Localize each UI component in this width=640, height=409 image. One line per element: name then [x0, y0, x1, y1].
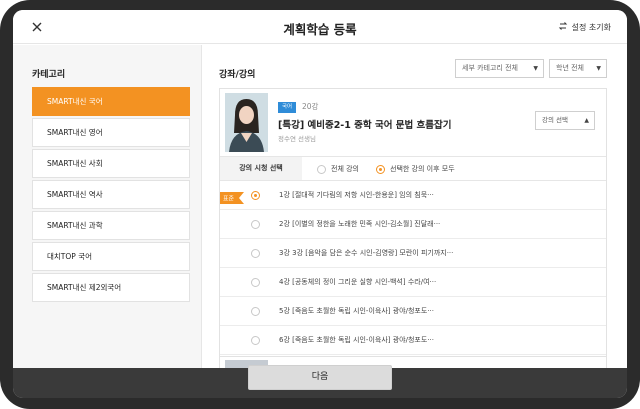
lecture-count: 20강: [302, 102, 319, 111]
subcategory-select[interactable]: 세부 카테고리 전체 ▼: [455, 59, 544, 78]
category-item-second-language[interactable]: SMART내신 제2외국어: [32, 273, 190, 302]
lecture-radio[interactable]: [251, 307, 260, 316]
lecture-radio[interactable]: [251, 220, 260, 229]
option-all-lectures[interactable]: 전체 강의: [317, 164, 359, 174]
option-after-selected[interactable]: 선택한 강의 이후 모두: [376, 164, 455, 174]
lecture-row[interactable]: 4강 [공동체의 정이 그리운 실향 시인-백석] 수라/여···: [220, 268, 606, 297]
modal-screen: 계획학습 등록 설정 초기화 카테고리 SMART내신 국어 SMART내신 영…: [13, 10, 627, 398]
lecture-row[interactable]: 표준 1강 [절대적 기다림의 저항 시인-한용운] 임의 침묵···: [220, 181, 606, 210]
grade-select[interactable]: 학년 전체 ▼: [549, 59, 607, 78]
page-title: 계획학습 등록: [283, 22, 357, 37]
subcategory-select-value: 세부 카테고리 전체: [462, 64, 518, 72]
lecture-row[interactable]: 6강 [죽음도 초월한 독립 시인-이육사] 광야/청포도···: [220, 326, 606, 355]
lecture-select-value: 강의 선택: [542, 116, 568, 124]
category-item-english[interactable]: SMART내신 영어: [32, 118, 190, 147]
category-item-history[interactable]: SMART내신 역사: [32, 180, 190, 209]
option-after-label: 선택한 강의 이후 모두: [390, 165, 455, 173]
lecture-title: 3강 3강 [음악을 담은 순수 시인-김영랑] 모란이 피기까지···: [279, 249, 454, 257]
next-button[interactable]: 다음: [248, 365, 392, 390]
category-item-social[interactable]: SMART내신 사회: [32, 149, 190, 178]
lecture-radio[interactable]: [251, 336, 260, 345]
teacher-thumbnail: [225, 93, 268, 152]
chevron-down-icon: ▼: [533, 65, 538, 72]
lecture-select[interactable]: 강의 선택 ▲: [535, 111, 595, 130]
lecture-list: 표준 1강 [절대적 기다림의 저항 시인-한용운] 임의 침묵··· 2강 […: [220, 181, 606, 355]
lecture-radio[interactable]: [251, 278, 260, 287]
lecture-title: 2강 [이별의 정한을 노래한 민족 시인-김소월] 진달래···: [279, 220, 441, 228]
main-panel: 강좌/강의 세부 카테고리 전체 ▼ 학년 전체 ▼ 국어 20강 [특강] 예…: [203, 45, 627, 396]
lecture-radio[interactable]: [251, 191, 260, 200]
start-flag: 표준: [220, 189, 244, 204]
start-flag-label: 표준: [223, 196, 235, 203]
refresh-icon: [558, 21, 568, 33]
category-item-korean[interactable]: SMART내신 국어: [32, 87, 190, 116]
grade-select-value: 학년 전체: [556, 64, 584, 72]
chevron-down-icon: ▼: [596, 65, 601, 72]
lecture-title: 4강 [공동체의 정이 그리운 실향 시인-백석] 수라/여···: [279, 278, 437, 286]
lecture-title: 5강 [죽음도 초월한 독립 시인-이육사] 광야/청포도···: [279, 307, 434, 315]
lecture-row[interactable]: 2강 [이별의 정한을 노래한 민족 시인-김소월] 진달래···: [220, 210, 606, 239]
radio-all-lectures[interactable]: [317, 164, 326, 174]
header: 계획학습 등록 설정 초기화: [13, 10, 627, 44]
teacher-name: 정수연 선생님: [278, 135, 316, 143]
chevron-up-icon: ▲: [584, 117, 589, 124]
reset-settings-button[interactable]: 설정 초기화: [558, 21, 611, 33]
lecture-radio[interactable]: [251, 249, 260, 258]
section-title: 강좌/강의: [219, 70, 256, 80]
reset-settings-label: 설정 초기화: [571, 22, 611, 32]
option-all-label: 전체 강의: [331, 165, 359, 173]
start-point-row: 강의 시청 선택 전체 강의 선택한 강의 이후 모두: [220, 156, 606, 181]
course-summary: 국어 20강 [특강] 예비중2-1 중학 국어 문법 흐름잡기 정수연 선생님…: [220, 89, 606, 155]
lecture-row[interactable]: 5강 [죽음도 초월한 독립 시인-이육사] 광야/청포도···: [220, 297, 606, 326]
lecture-title: 6강 [죽음도 초월한 독립 시인-이육사] 광야/청포도···: [279, 336, 434, 344]
radio-after-selected[interactable]: [376, 164, 385, 174]
category-list: SMART내신 국어 SMART내신 영어 SMART내신 사회 SMART내신…: [32, 87, 190, 304]
course-name: [특강] 예비중2-1 중학 국어 문법 흐름잡기: [278, 120, 452, 131]
category-item-daechi-korean[interactable]: 대치TOP 국어: [32, 242, 190, 271]
category-sidebar: 카테고리 SMART내신 국어 SMART내신 영어 SMART내신 사회 SM…: [13, 45, 202, 368]
sidebar-title: 카테고리: [32, 70, 66, 80]
lecture-row[interactable]: 3강 3강 [음악을 담은 순수 시인-김영랑] 모란이 피기까지···: [220, 239, 606, 268]
category-item-science[interactable]: SMART내신 과학: [32, 211, 190, 240]
lecture-title: 1강 [절대적 기다림의 저항 시인-한용운] 임의 침묵···: [279, 191, 434, 199]
subject-badge: 국어: [278, 102, 297, 113]
start-point-label: 강의 시청 선택: [220, 157, 302, 180]
course-card: 국어 20강 [특강] 예비중2-1 중학 국어 문법 흐름잡기 정수연 선생님…: [219, 88, 607, 388]
